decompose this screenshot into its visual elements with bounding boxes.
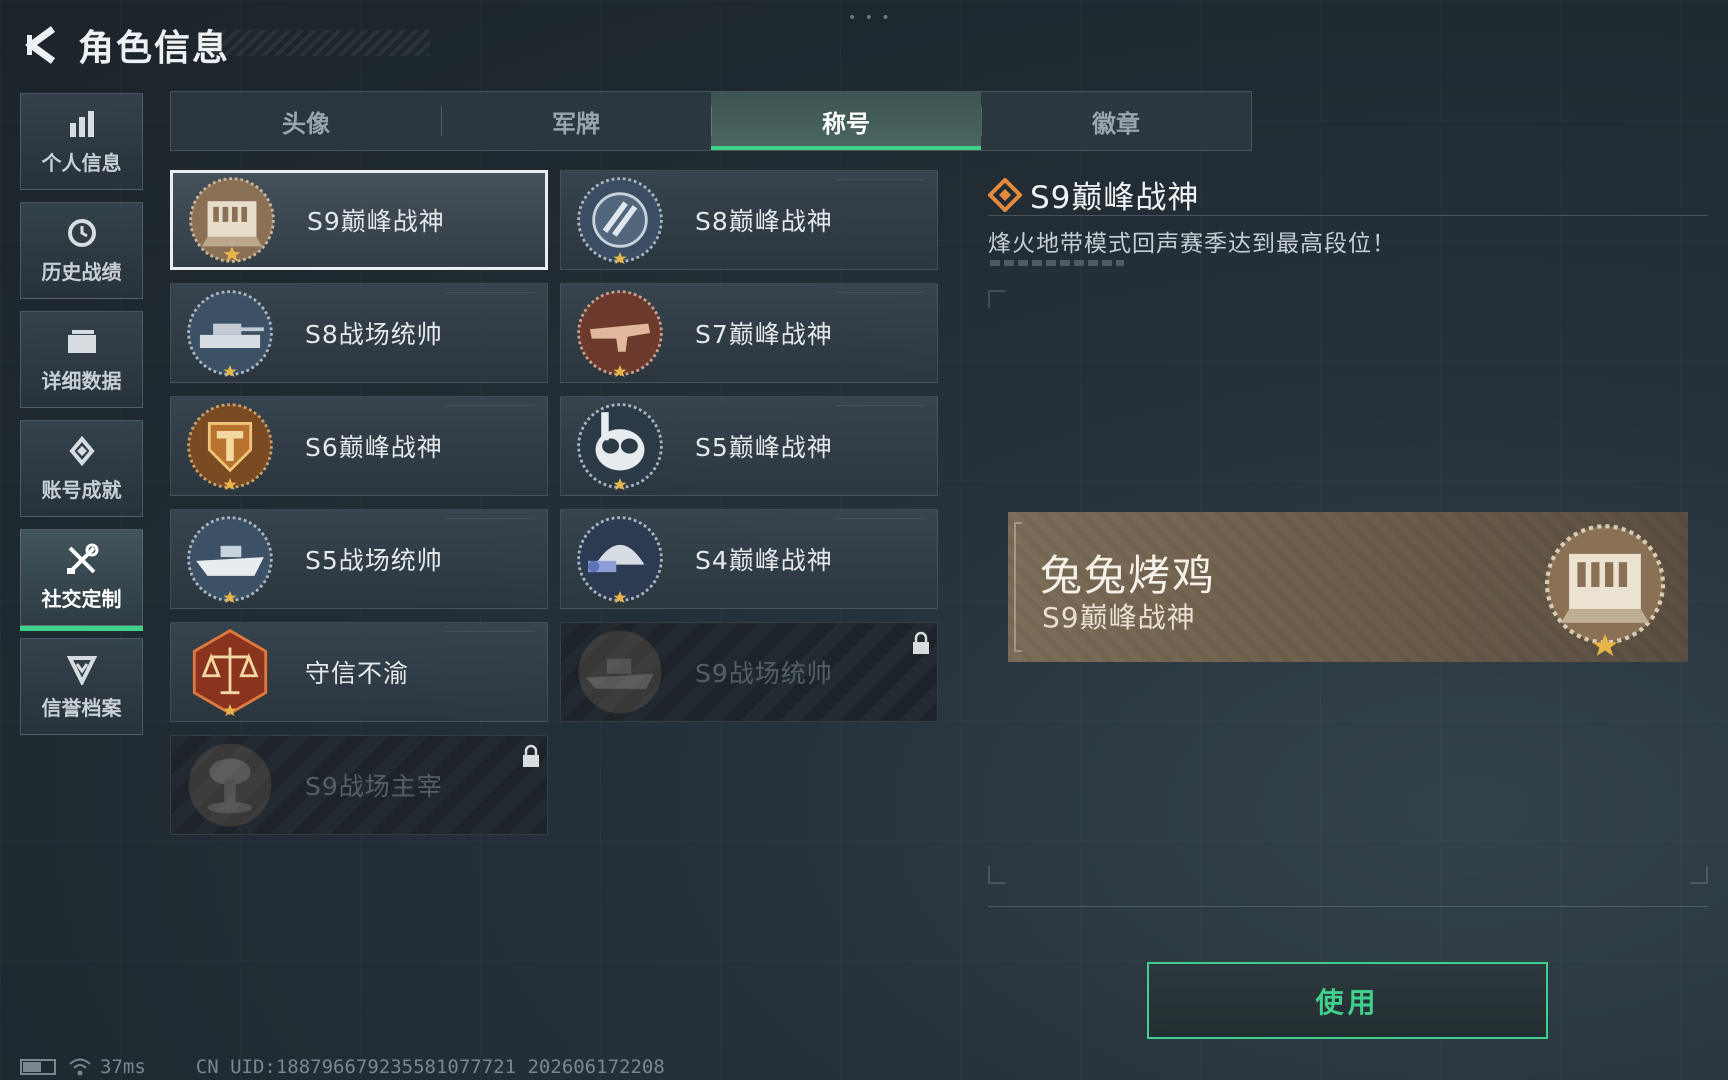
- detail-dashes-decoration: [990, 260, 1124, 266]
- title-card-s5-commander[interactable]: S5战场统帅: [170, 509, 548, 609]
- title-label: S4巅峰战神: [695, 546, 833, 575]
- title-card-s5-peak-god[interactable]: S5巅峰战神: [560, 396, 938, 496]
- mushroom-cloud-badge-icon: [188, 743, 272, 827]
- detail-title-name: S9巅峰战神: [1030, 180, 1200, 216]
- title-label: S8战场统帅: [305, 320, 443, 349]
- use-button-label: 使用: [1315, 985, 1380, 1019]
- bar-chart-icon: [65, 107, 99, 141]
- detail-divider: [988, 215, 1708, 216]
- folder-icon: [65, 325, 99, 359]
- hud-decoration: [835, 179, 925, 193]
- hud-decoration: [445, 518, 535, 532]
- title-card-s8-peak-god[interactable]: S8巅峰战神: [560, 170, 938, 270]
- top-dots-decoration: • • •: [848, 10, 892, 26]
- sidebar-item-reputation[interactable]: 信誉档案: [20, 638, 143, 735]
- bottom-divider: [988, 906, 1708, 907]
- warship-badge-icon: [578, 630, 662, 714]
- lock-icon: [913, 631, 929, 654]
- title-label: S9巅峰战神: [307, 207, 445, 236]
- frame-corner: [1690, 866, 1708, 884]
- title-card-s6-peak-god[interactable]: S6巅峰战神: [170, 396, 548, 496]
- shield-check-icon: [65, 652, 99, 686]
- hud-decoration: [835, 292, 925, 306]
- title-card-s4-peak-god[interactable]: S4巅峰战神: [560, 509, 938, 609]
- sidebar-item-label: 历史战绩: [41, 260, 122, 284]
- tools-icon: [65, 543, 99, 577]
- title-card-s9-commander-locked[interactable]: S9战场统帅: [560, 622, 938, 722]
- use-button[interactable]: 使用: [1147, 962, 1548, 1039]
- sidebar-item-social-custom[interactable]: 社交定制: [20, 529, 143, 631]
- diamond-marker-icon: [988, 177, 1022, 212]
- sidebar-item-label: 详细数据: [41, 369, 122, 393]
- hud-decoration: [445, 292, 535, 306]
- dam-badge-icon: [189, 177, 275, 263]
- t-shield-badge-icon: [187, 403, 273, 491]
- medal-icon: [65, 434, 99, 468]
- title-label: S6巅峰战神: [305, 433, 443, 462]
- sidebar-item-history[interactable]: 历史战绩: [20, 202, 143, 299]
- back-arrow-icon: [25, 26, 56, 64]
- header: 角色信息: [20, 18, 430, 72]
- tank-badge-icon: [187, 290, 273, 378]
- tab-badge[interactable]: 徽章: [981, 92, 1251, 150]
- detail-description: 烽火地带模式回声赛季达到最高段位！: [988, 231, 1396, 257]
- sidebar-item-personal-info[interactable]: 个人信息: [20, 93, 143, 190]
- category-tabs: 头像 军牌 称号 徽章: [170, 91, 1252, 151]
- title-label: S5战场统帅: [305, 546, 443, 575]
- uid-text: CN UID:18879667923558107​7721 2026061722…: [195, 1056, 665, 1078]
- title-label: S8巅峰战神: [695, 207, 833, 236]
- lock-icon: [523, 744, 539, 767]
- sidebar-item-achievements[interactable]: 账号成就: [20, 420, 143, 517]
- boat-badge-icon: [187, 516, 273, 604]
- sidebar-item-label: 账号成就: [41, 478, 122, 502]
- ping-value: 37ms: [100, 1056, 146, 1078]
- night-vision-helmet-badge-icon: [577, 516, 663, 604]
- scales-badge-icon: [192, 629, 268, 717]
- title-label: 守信不渝: [305, 659, 410, 688]
- sidebar-item-label: 社交定制: [41, 587, 122, 611]
- title-card-s8-commander[interactable]: S8战场统帅: [170, 283, 548, 383]
- preview-title-name: S9巅峰战神: [1042, 601, 1196, 634]
- status-bar: 37ms CN UID:18879667923558107​7721 20260…: [20, 1054, 665, 1080]
- sidebar-item-details[interactable]: 详细数据: [20, 311, 143, 408]
- dam-badge-icon: [1544, 524, 1666, 656]
- rifle-badge-icon: [577, 290, 663, 378]
- hud-decoration: [835, 405, 925, 419]
- title-preview-card: 兔兔烤鸡 S9巅峰战神: [1008, 512, 1688, 662]
- title-stripes-decoration: [210, 30, 430, 56]
- frame-corner: [988, 290, 1006, 308]
- battery-icon: [20, 1059, 56, 1075]
- sidebar: 个人信息 历史战绩 详细数据 账号成就 社交定制 信誉档案: [20, 93, 143, 747]
- sidebar-item-label: 信誉档案: [41, 696, 122, 720]
- diving-mask-badge-icon: [577, 403, 663, 491]
- detail-header: S9巅峰战神: [988, 172, 1199, 217]
- preview-bracket: [1014, 522, 1022, 652]
- slash-emblem-badge-icon: [577, 177, 663, 265]
- title-label: S9战场主宰: [305, 772, 443, 801]
- back-button[interactable]: [20, 22, 62, 68]
- title-card-s9-peak-god[interactable]: S9巅峰战神: [170, 170, 548, 270]
- title-card-s7-peak-god[interactable]: S7巅峰战神: [560, 283, 938, 383]
- title-card-s9-dominator-locked[interactable]: S9战场主宰: [170, 735, 548, 835]
- page-title: 角色信息: [78, 28, 231, 69]
- sidebar-item-label: 个人信息: [41, 151, 122, 175]
- frame-corner: [988, 866, 1006, 884]
- title-label: S5巅峰战神: [695, 433, 833, 462]
- hud-decoration: [445, 405, 535, 419]
- clock-icon: [65, 216, 99, 250]
- hud-decoration: [835, 518, 925, 532]
- tab-avatar[interactable]: 头像: [171, 92, 441, 150]
- tab-dogtag[interactable]: 军牌: [441, 92, 711, 150]
- preview-player-name: 兔兔烤鸡: [1040, 551, 1217, 600]
- wifi-icon: [68, 1057, 92, 1077]
- hud-decoration: [445, 631, 535, 645]
- tab-title[interactable]: 称号: [711, 92, 981, 150]
- title-label: S9战场统帅: [695, 659, 833, 688]
- title-card-trustworthy[interactable]: 守信不渝: [170, 622, 548, 722]
- title-label: S7巅峰战神: [695, 320, 833, 349]
